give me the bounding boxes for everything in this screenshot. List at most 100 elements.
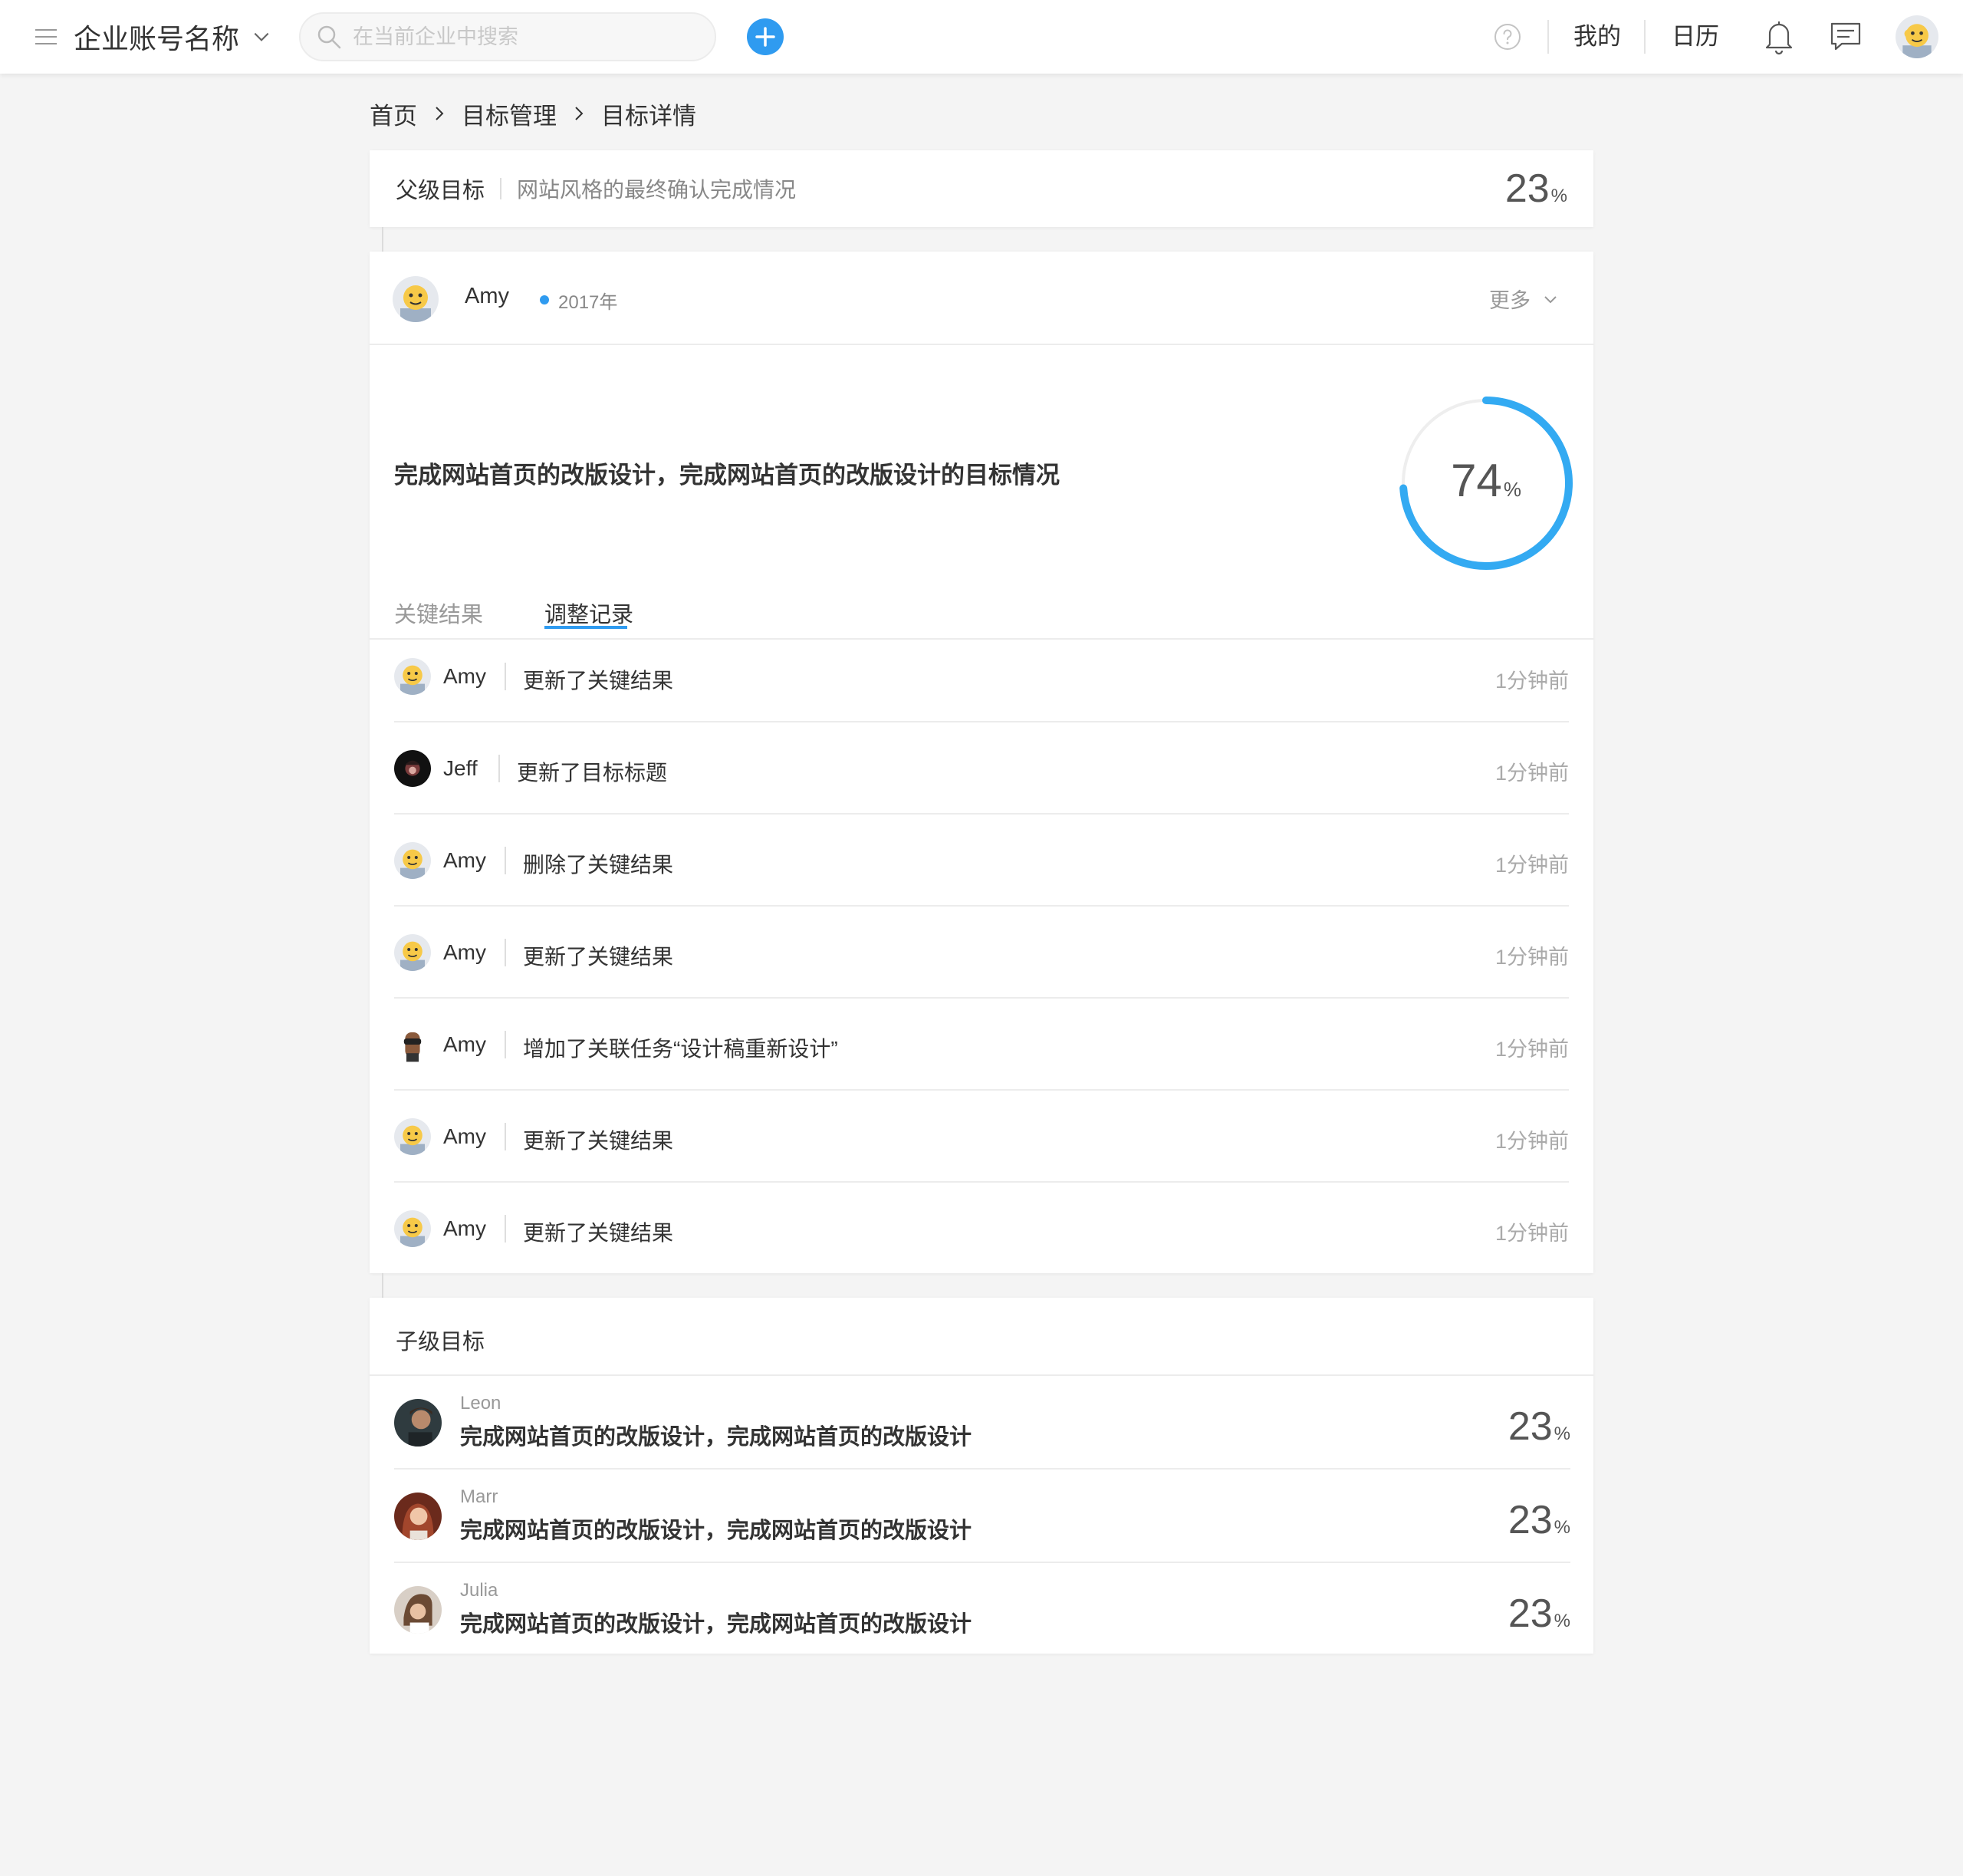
dark-avatar-icon	[394, 750, 431, 787]
child-goals-list: Leon 完成网站首页的改版设计，完成网站首页的改版设计 23% Marr 完成网站首页…	[394, 1376, 1570, 1657]
percent-value: 23	[1508, 1404, 1553, 1449]
log-row: Amy 更新了关键结果 1分钟前	[394, 1183, 1569, 1275]
person-avatar-icon	[394, 1586, 442, 1634]
nav-mine[interactable]: 我的	[1573, 20, 1621, 54]
percent-value: 23	[1508, 1498, 1553, 1542]
log-user[interactable]: Amy	[443, 1124, 486, 1149]
divider	[505, 663, 506, 690]
chevron-down-icon	[254, 32, 269, 41]
more-label: 更多	[1489, 289, 1531, 312]
nav-calendar[interactable]: 日历	[1672, 20, 1719, 54]
log-action: 增加了关联任务“设计稿重新设计”	[523, 1037, 838, 1061]
parent-goal-percent: 23%	[1505, 166, 1567, 212]
tab-adjustment-log[interactable]: 调整记录	[544, 597, 633, 629]
person-avatar-icon	[394, 1399, 442, 1446]
log-time: 1分钟前	[1494, 670, 1569, 693]
user-avatar[interactable]	[394, 658, 431, 695]
child-goal-row[interactable]: Leon 完成网站首页的改版设计，完成网站首页的改版设计 23%	[394, 1376, 1570, 1470]
log-time: 1分钟前	[1494, 1130, 1569, 1153]
percent-unit: %	[1503, 478, 1521, 501]
parent-goal-title: 网站风格的最终确认完成情况	[517, 178, 797, 202]
user-avatar[interactable]	[394, 1210, 431, 1247]
goggles-avatar-icon	[394, 1026, 431, 1063]
child-goal-title: 完成网站首页的改版设计，完成网站首页的改版设计	[460, 1519, 972, 1543]
log-row: Amy 更新了关键结果 1分钟前	[394, 1091, 1569, 1183]
user-avatar[interactable]	[394, 934, 431, 971]
child-goal-row[interactable]: Marr 完成网站首页的改版设计，完成网站首页的改版设计 23%	[394, 1470, 1570, 1563]
message-icon[interactable]	[1830, 21, 1862, 52]
divider	[505, 1123, 506, 1150]
child-goal-percent: 23%	[1508, 1497, 1570, 1543]
percent-unit: %	[1554, 1423, 1570, 1444]
divider	[1547, 20, 1549, 54]
user-avatar[interactable]	[1896, 15, 1938, 58]
connector-line	[382, 1273, 383, 1298]
chevron-down-icon	[1544, 295, 1557, 303]
emoji-avatar-icon	[394, 934, 431, 971]
log-row: Amy 更新了关键结果 1分钟前	[394, 630, 1569, 722]
user-avatar	[394, 1586, 442, 1634]
log-time: 1分钟前	[1494, 1038, 1569, 1061]
percent-unit: %	[1550, 186, 1567, 206]
log-action: 更新了关键结果	[523, 1129, 674, 1153]
breadcrumb-goal-management[interactable]: 目标管理	[462, 97, 557, 131]
log-action: 更新了关键结果	[523, 669, 674, 693]
hamburger-menu-icon[interactable]	[35, 29, 57, 46]
log-time: 1分钟前	[1494, 854, 1569, 877]
user-avatar[interactable]	[394, 842, 431, 879]
breadcrumb-home[interactable]: 首页	[370, 97, 417, 131]
percent-value: 74	[1451, 455, 1502, 506]
log-user[interactable]: Amy	[443, 664, 486, 689]
child-goals-card: 子级目标 Leon 完成网站首页的改版设计，完成网站首页的改版设计 23% Marr 完…	[370, 1298, 1593, 1654]
child-goal-owner: Julia	[460, 1580, 498, 1601]
divider	[505, 1031, 506, 1058]
log-row: Amy 增加了关联任务“设计稿重新设计” 1分钟前	[394, 999, 1569, 1091]
parent-goal-label: 父级目标	[396, 179, 485, 203]
log-action: 更新了关键结果	[523, 945, 674, 969]
log-action: 删除了关键结果	[523, 853, 674, 877]
user-avatar	[394, 1399, 442, 1446]
connector-line	[382, 227, 383, 252]
tab-key-results[interactable]: 关键结果	[394, 597, 483, 629]
user-avatar[interactable]	[394, 1118, 431, 1155]
user-avatar[interactable]	[394, 750, 431, 787]
child-goal-owner: Leon	[460, 1393, 501, 1414]
adjustment-log-list: Amy 更新了关键结果 1分钟前 Jeff 更新了目标标题 1分钟前 Amy 删除了关键结果 1…	[394, 630, 1569, 1275]
emoji-avatar-icon	[394, 658, 431, 695]
status-dot	[540, 295, 549, 304]
log-time: 1分钟前	[1494, 762, 1569, 785]
child-goal-percent: 23%	[1508, 1591, 1570, 1637]
add-button[interactable]	[747, 18, 784, 55]
search-box	[299, 12, 716, 61]
user-avatar[interactable]	[394, 1026, 431, 1063]
divider	[500, 178, 502, 199]
log-user[interactable]: Jeff	[443, 756, 478, 781]
emoji-avatar-icon	[394, 1118, 431, 1155]
child-goal-row[interactable]: Julia 完成网站首页的改版设计，完成网站首页的改版设计 23%	[394, 1563, 1570, 1657]
log-user[interactable]: Amy	[443, 848, 486, 873]
more-dropdown[interactable]: 更多	[1489, 284, 1560, 314]
log-user[interactable]: Amy	[443, 1032, 486, 1057]
breadcrumb: 首页 目标管理 目标详情	[370, 95, 696, 132]
bell-icon[interactable]	[1764, 18, 1794, 55]
emoji-avatar-icon	[1896, 15, 1938, 58]
active-tab-indicator	[544, 626, 627, 629]
company-switcher[interactable]: 企业账号名称	[74, 17, 271, 57]
chevron-right-icon	[436, 107, 444, 120]
goal-percent: 74%	[1394, 454, 1578, 507]
log-user[interactable]: Amy	[443, 1216, 486, 1241]
search-input[interactable]	[353, 25, 690, 49]
parent-goal-card[interactable]: 父级目标 网站风格的最终确认完成情况 23%	[370, 150, 1593, 227]
log-user[interactable]: Amy	[443, 940, 486, 965]
percent-unit: %	[1554, 1611, 1570, 1631]
breadcrumb-goal-detail: 目标详情	[601, 102, 696, 130]
log-row: Jeff 更新了目标标题 1分钟前	[394, 722, 1569, 815]
help-icon[interactable]	[1494, 23, 1521, 51]
percent-unit: %	[1554, 1517, 1570, 1538]
chevron-right-icon	[575, 107, 584, 120]
percent-value: 23	[1508, 1591, 1553, 1636]
owner-avatar[interactable]	[393, 276, 439, 322]
log-time: 1分钟前	[1494, 1222, 1569, 1245]
log-time: 1分钟前	[1494, 946, 1569, 969]
divider	[505, 939, 506, 966]
